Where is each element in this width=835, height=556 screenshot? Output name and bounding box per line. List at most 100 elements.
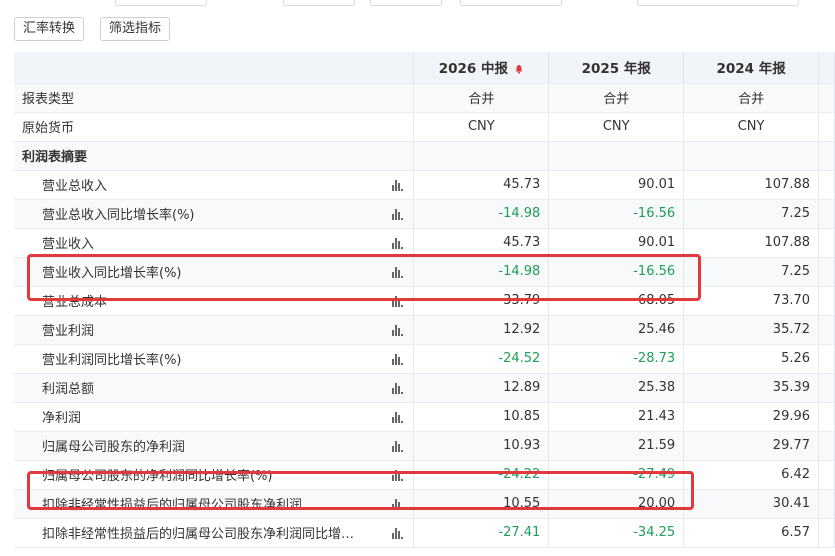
bar-chart-icon[interactable] — [391, 295, 404, 307]
column-header-label: 2026 中报 — [438, 61, 508, 78]
table-cell: -14.98 — [413, 257, 550, 287]
header-blank-cell — [14, 52, 415, 84]
table-row: 利润表摘要 — [14, 141, 835, 171]
top-control[interactable] — [460, 0, 562, 6]
table-cell: 合并 — [683, 83, 820, 113]
row-label-cell: 扣除非经常性损益后的归属母公司股东净利润 — [14, 489, 415, 519]
column-header[interactable]: 2025 年报 — [548, 52, 685, 84]
row-label: 营业总收入同比增长率(%) — [42, 208, 195, 223]
column-header-label: 2025 年报 — [581, 61, 651, 78]
row-label: 扣除非经常性损益后的归属母公司股东净利润同比增… — [42, 527, 355, 542]
table-cell: 6.42 — [683, 460, 820, 490]
header-overflow-cell — [818, 52, 835, 84]
overflow-cell — [818, 460, 835, 490]
bar-chart-icon[interactable] — [391, 179, 404, 191]
row-label-cell: 报表类型 — [14, 83, 415, 113]
row-label-cell: 营业总收入 — [14, 170, 415, 200]
table-cell: -24.52 — [413, 344, 550, 374]
bar-chart-icon[interactable] — [391, 382, 404, 394]
row-label: 扣除非经常性损益后的归属母公司股东净利润 — [42, 498, 303, 513]
overflow-cell — [818, 402, 835, 432]
table-cell: -28.73 — [548, 344, 685, 374]
table-cell: 10.93 — [413, 431, 550, 461]
table-cell: 90.01 — [548, 228, 685, 258]
table-cell — [683, 141, 820, 171]
table-row: 利润总额 12.89 25.38 35.39 — [14, 373, 835, 403]
bar-chart-icon[interactable] — [391, 469, 404, 481]
table-cell: -27.49 — [548, 460, 685, 490]
row-label: 营业收入 — [42, 237, 95, 252]
table-cell: 45.73 — [413, 170, 550, 200]
table-row: 营业总收入同比增长率(%) -14.98 -16.56 7.25 — [14, 199, 835, 229]
overflow-cell — [818, 518, 835, 548]
overflow-cell — [818, 83, 835, 113]
table-body: 报表类型 合并 合并 合并 原始货币 CNY CNY CNY 利润表摘要 营业总收入 45.73 90… — [14, 83, 835, 548]
bar-chart-icon[interactable] — [391, 411, 404, 423]
overflow-cell — [818, 141, 835, 171]
table-cell: 35.39 — [683, 373, 820, 403]
table-row: 原始货币 CNY CNY CNY — [14, 112, 835, 142]
row-label-cell: 营业收入 — [14, 228, 415, 258]
table-row: 营业总成本 33.79 68.05 73.70 — [14, 286, 835, 316]
currency-convert-button[interactable]: 汇率转换 — [14, 17, 85, 41]
table-row: 扣除非经常性损益后的归属母公司股东净利润同比增… -27.41 -34.25 6.57 — [14, 518, 835, 548]
table-cell: 29.77 — [683, 431, 820, 461]
overflow-cell — [818, 286, 835, 316]
bar-chart-icon[interactable] — [391, 498, 404, 510]
table-cell: 7.25 — [683, 199, 820, 229]
top-control[interactable] — [637, 0, 799, 6]
bar-chart-icon[interactable] — [391, 353, 404, 365]
table-cell: 90.01 — [548, 170, 685, 200]
top-control[interactable] — [283, 0, 355, 6]
column-header[interactable]: 2024 年报 — [683, 52, 820, 84]
financial-table: 2026 中报 2025 年报 2024 年报 报表类型 合并 合并 合并 原始货币 CN… — [14, 52, 835, 548]
table-cell: 12.89 — [413, 373, 550, 403]
bar-chart-icon[interactable] — [391, 266, 404, 278]
row-label: 归属母公司股东的净利润 — [42, 440, 186, 455]
table-cell: CNY — [413, 112, 550, 142]
overflow-cell — [818, 257, 835, 287]
overflow-cell — [818, 373, 835, 403]
row-label: 营业总成本 — [42, 295, 108, 310]
bar-chart-icon[interactable] — [391, 527, 404, 539]
bar-chart-icon[interactable] — [391, 440, 404, 452]
bar-chart-icon[interactable] — [391, 324, 404, 336]
table-row: 扣除非经常性损益后的归属母公司股东净利润 10.55 20.00 30.41 — [14, 489, 835, 519]
table-cell: 30.41 — [683, 489, 820, 519]
table-cell: 12.92 — [413, 315, 550, 345]
overflow-cell — [818, 170, 835, 200]
table-cell: -16.56 — [548, 257, 685, 287]
table-cell — [413, 141, 550, 171]
table-row: 报表类型 合并 合并 合并 — [14, 83, 835, 113]
row-label-cell: 归属母公司股东的净利润同比增长率(%) — [14, 460, 415, 490]
row-label: 净利润 — [42, 411, 82, 426]
table-cell: CNY — [548, 112, 685, 142]
row-label: 营业收入同比增长率(%) — [42, 266, 182, 281]
filter-indicators-button[interactable]: 筛选指标 — [100, 17, 171, 41]
bell-icon[interactable] — [514, 64, 524, 74]
table-row: 营业收入 45.73 90.01 107.88 — [14, 228, 835, 258]
overflow-cell — [818, 431, 835, 461]
row-label: 归属母公司股东的净利润同比增长率(%) — [42, 469, 273, 484]
bar-chart-icon[interactable] — [391, 208, 404, 220]
table-cell: 10.85 — [413, 402, 550, 432]
top-control[interactable] — [115, 0, 207, 6]
table-cell: 21.59 — [548, 431, 685, 461]
column-header[interactable]: 2026 中报 — [413, 52, 550, 84]
bar-chart-icon[interactable] — [391, 237, 404, 249]
table-cell: 21.43 — [548, 402, 685, 432]
row-label: 营业利润 — [42, 324, 95, 339]
table-cell: 6.57 — [683, 518, 820, 548]
overflow-cell — [818, 228, 835, 258]
row-label: 营业利润同比增长率(%) — [42, 353, 182, 368]
table-cell: 合并 — [413, 83, 550, 113]
table-cell: CNY — [683, 112, 820, 142]
table-cell: 35.72 — [683, 315, 820, 345]
table-header-row: 2026 中报 2025 年报 2024 年报 — [14, 52, 835, 84]
table-cell: 25.46 — [548, 315, 685, 345]
top-control[interactable] — [370, 0, 442, 6]
row-label: 利润总额 — [42, 382, 95, 397]
top-controls-strip — [0, 0, 835, 8]
table-cell: 29.96 — [683, 402, 820, 432]
table-row: 归属母公司股东的净利润同比增长率(%) -24.22 -27.49 6.42 — [14, 460, 835, 490]
